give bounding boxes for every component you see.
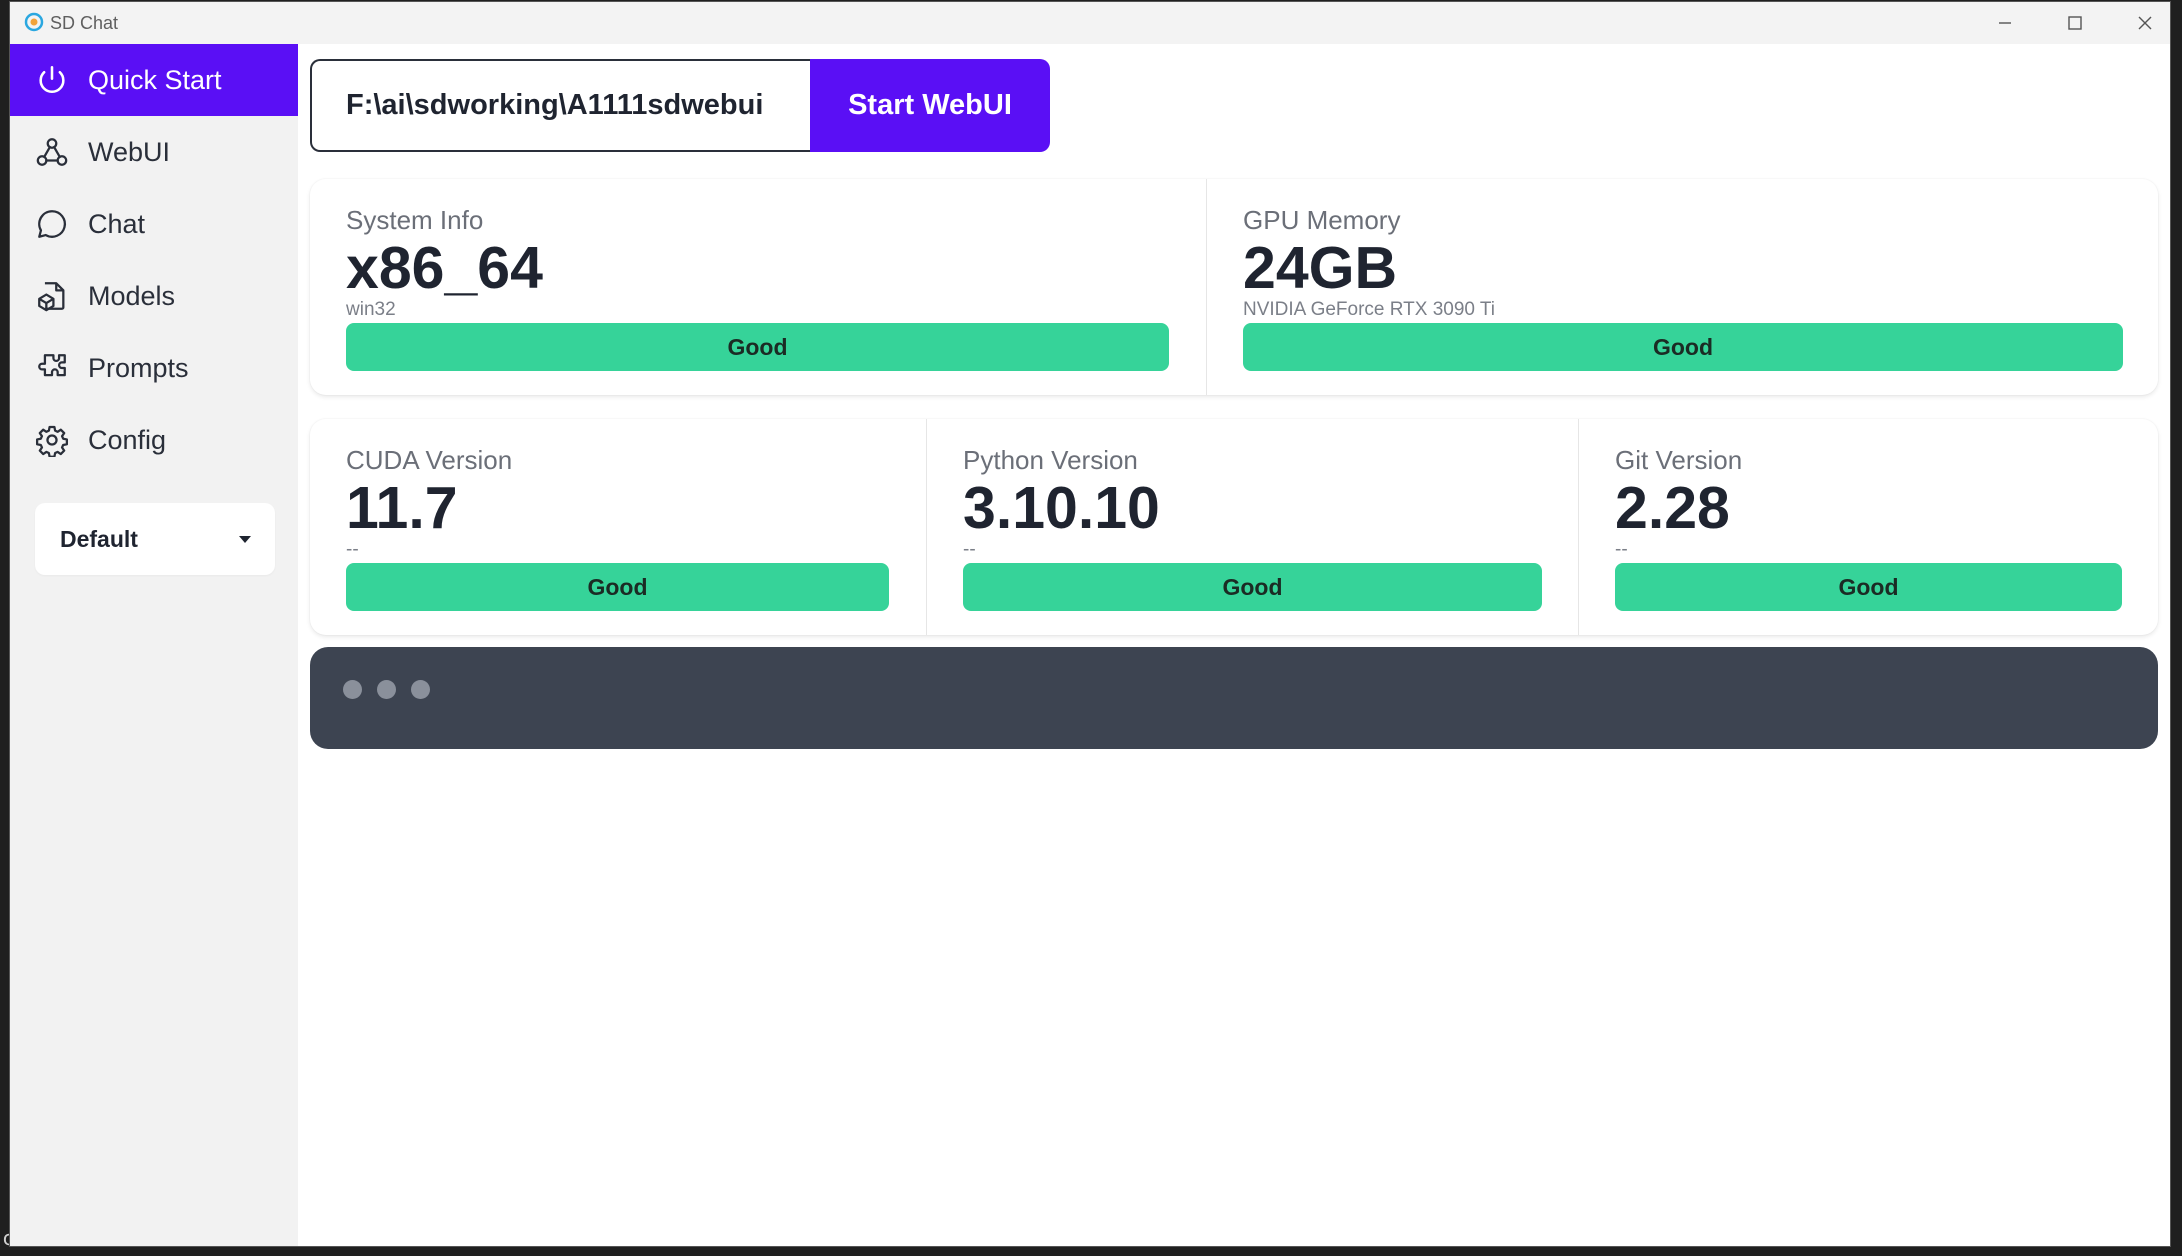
stat-system-info: System Info x86_64 win32 Good	[310, 179, 1206, 395]
start-webui-button[interactable]: Start WebUI	[810, 59, 1050, 152]
sidebar-item-label: WebUI	[88, 136, 171, 167]
stats-row-system: System Info x86_64 win32 Good GPU Memory…	[310, 179, 2158, 395]
stat-value: 11.7	[346, 475, 458, 541]
sidebar-item-label: Config	[88, 424, 167, 455]
stat-desc: win32	[346, 299, 396, 320]
close-button[interactable]	[2110, 2, 2180, 44]
stat-python-version: Python Version 3.10.10 -- Good	[926, 419, 1579, 635]
stat-title: Git Version	[1615, 445, 1743, 475]
status-badge: Good	[1243, 323, 2123, 371]
close-icon	[2138, 16, 2152, 30]
status-badge: Good	[346, 563, 889, 611]
sidebar-item-prompts[interactable]: Prompts	[10, 332, 298, 404]
app-window: SD Chat Quick Start WebUI Chat Models Pr…	[10, 2, 2170, 1246]
app-logo-icon	[24, 12, 44, 32]
sidebar-item-webui[interactable]: WebUI	[10, 116, 298, 188]
window-dot-icon	[377, 680, 396, 699]
sidebar-item-label: Quick Start	[88, 64, 222, 95]
minimize-icon	[1999, 22, 2011, 24]
stat-desc: --	[963, 539, 976, 560]
maximize-button[interactable]	[2040, 2, 2110, 44]
stat-cuda-version: CUDA Version 11.7 -- Good	[310, 419, 926, 635]
status-badge: Good	[346, 323, 1169, 371]
webui-path-text: F:\ai\sdworking\A1111sdwebui	[346, 89, 764, 121]
puzzle-icon	[34, 350, 70, 386]
sidebar-item-quick-start[interactable]: Quick Start	[10, 44, 298, 116]
stat-desc: --	[346, 539, 359, 560]
minimize-button[interactable]	[1970, 2, 2040, 44]
title-bar: SD Chat	[10, 2, 2170, 44]
caret-down-icon	[239, 535, 251, 543]
stat-value: 24GB	[1243, 235, 1398, 301]
stat-title: GPU Memory	[1243, 205, 1401, 235]
stat-title: System Info	[346, 205, 484, 235]
stat-value: x86_64	[346, 235, 543, 301]
status-badge: Good	[963, 563, 1542, 611]
gear-icon	[34, 422, 70, 458]
stat-title: CUDA Version	[346, 445, 513, 475]
window-dot-icon	[343, 680, 362, 699]
stat-desc: NVIDIA GeForce RTX 3090 Ti	[1243, 299, 1496, 320]
sidebar-item-label: Prompts	[88, 352, 189, 383]
webui-path-field[interactable]: F:\ai\sdworking\A1111sdwebui	[310, 59, 810, 152]
stat-desc: --	[1615, 539, 1628, 560]
stats-row-versions: CUDA Version 11.7 -- Good Python Version…	[310, 419, 2158, 635]
window-title: SD Chat	[50, 13, 119, 33]
webhook-icon	[34, 134, 70, 170]
console-window	[310, 647, 2158, 749]
profile-select[interactable]: Default	[35, 503, 275, 575]
chat-bubble-icon	[34, 206, 70, 242]
sidebar-item-label: Models	[88, 280, 176, 311]
stat-title: Python Version	[963, 445, 1138, 475]
stat-git-version: Git Version 2.28 -- Good	[1578, 419, 2159, 635]
model-file-icon	[34, 278, 70, 314]
stat-value: 3.10.10	[963, 475, 1160, 541]
sidebar-item-models[interactable]: Models	[10, 260, 298, 332]
sidebar-item-label: Chat	[88, 208, 146, 239]
power-icon	[34, 62, 70, 98]
status-badge: Good	[1615, 563, 2122, 611]
maximize-icon	[2068, 16, 2082, 30]
sidebar-item-chat[interactable]: Chat	[10, 188, 298, 260]
profile-select-value: Default	[60, 525, 138, 552]
main-content: F:\ai\sdworking\A1111sdwebui Start WebUI…	[298, 44, 2170, 1246]
stat-value: 2.28	[1615, 475, 1730, 541]
stat-gpu-memory: GPU Memory 24GB NVIDIA GeForce RTX 3090 …	[1206, 179, 2159, 395]
window-dot-icon	[411, 680, 430, 699]
sidebar-item-config[interactable]: Config	[10, 404, 298, 476]
sidebar: Quick Start WebUI Chat Models Prompts Co…	[10, 44, 298, 1246]
